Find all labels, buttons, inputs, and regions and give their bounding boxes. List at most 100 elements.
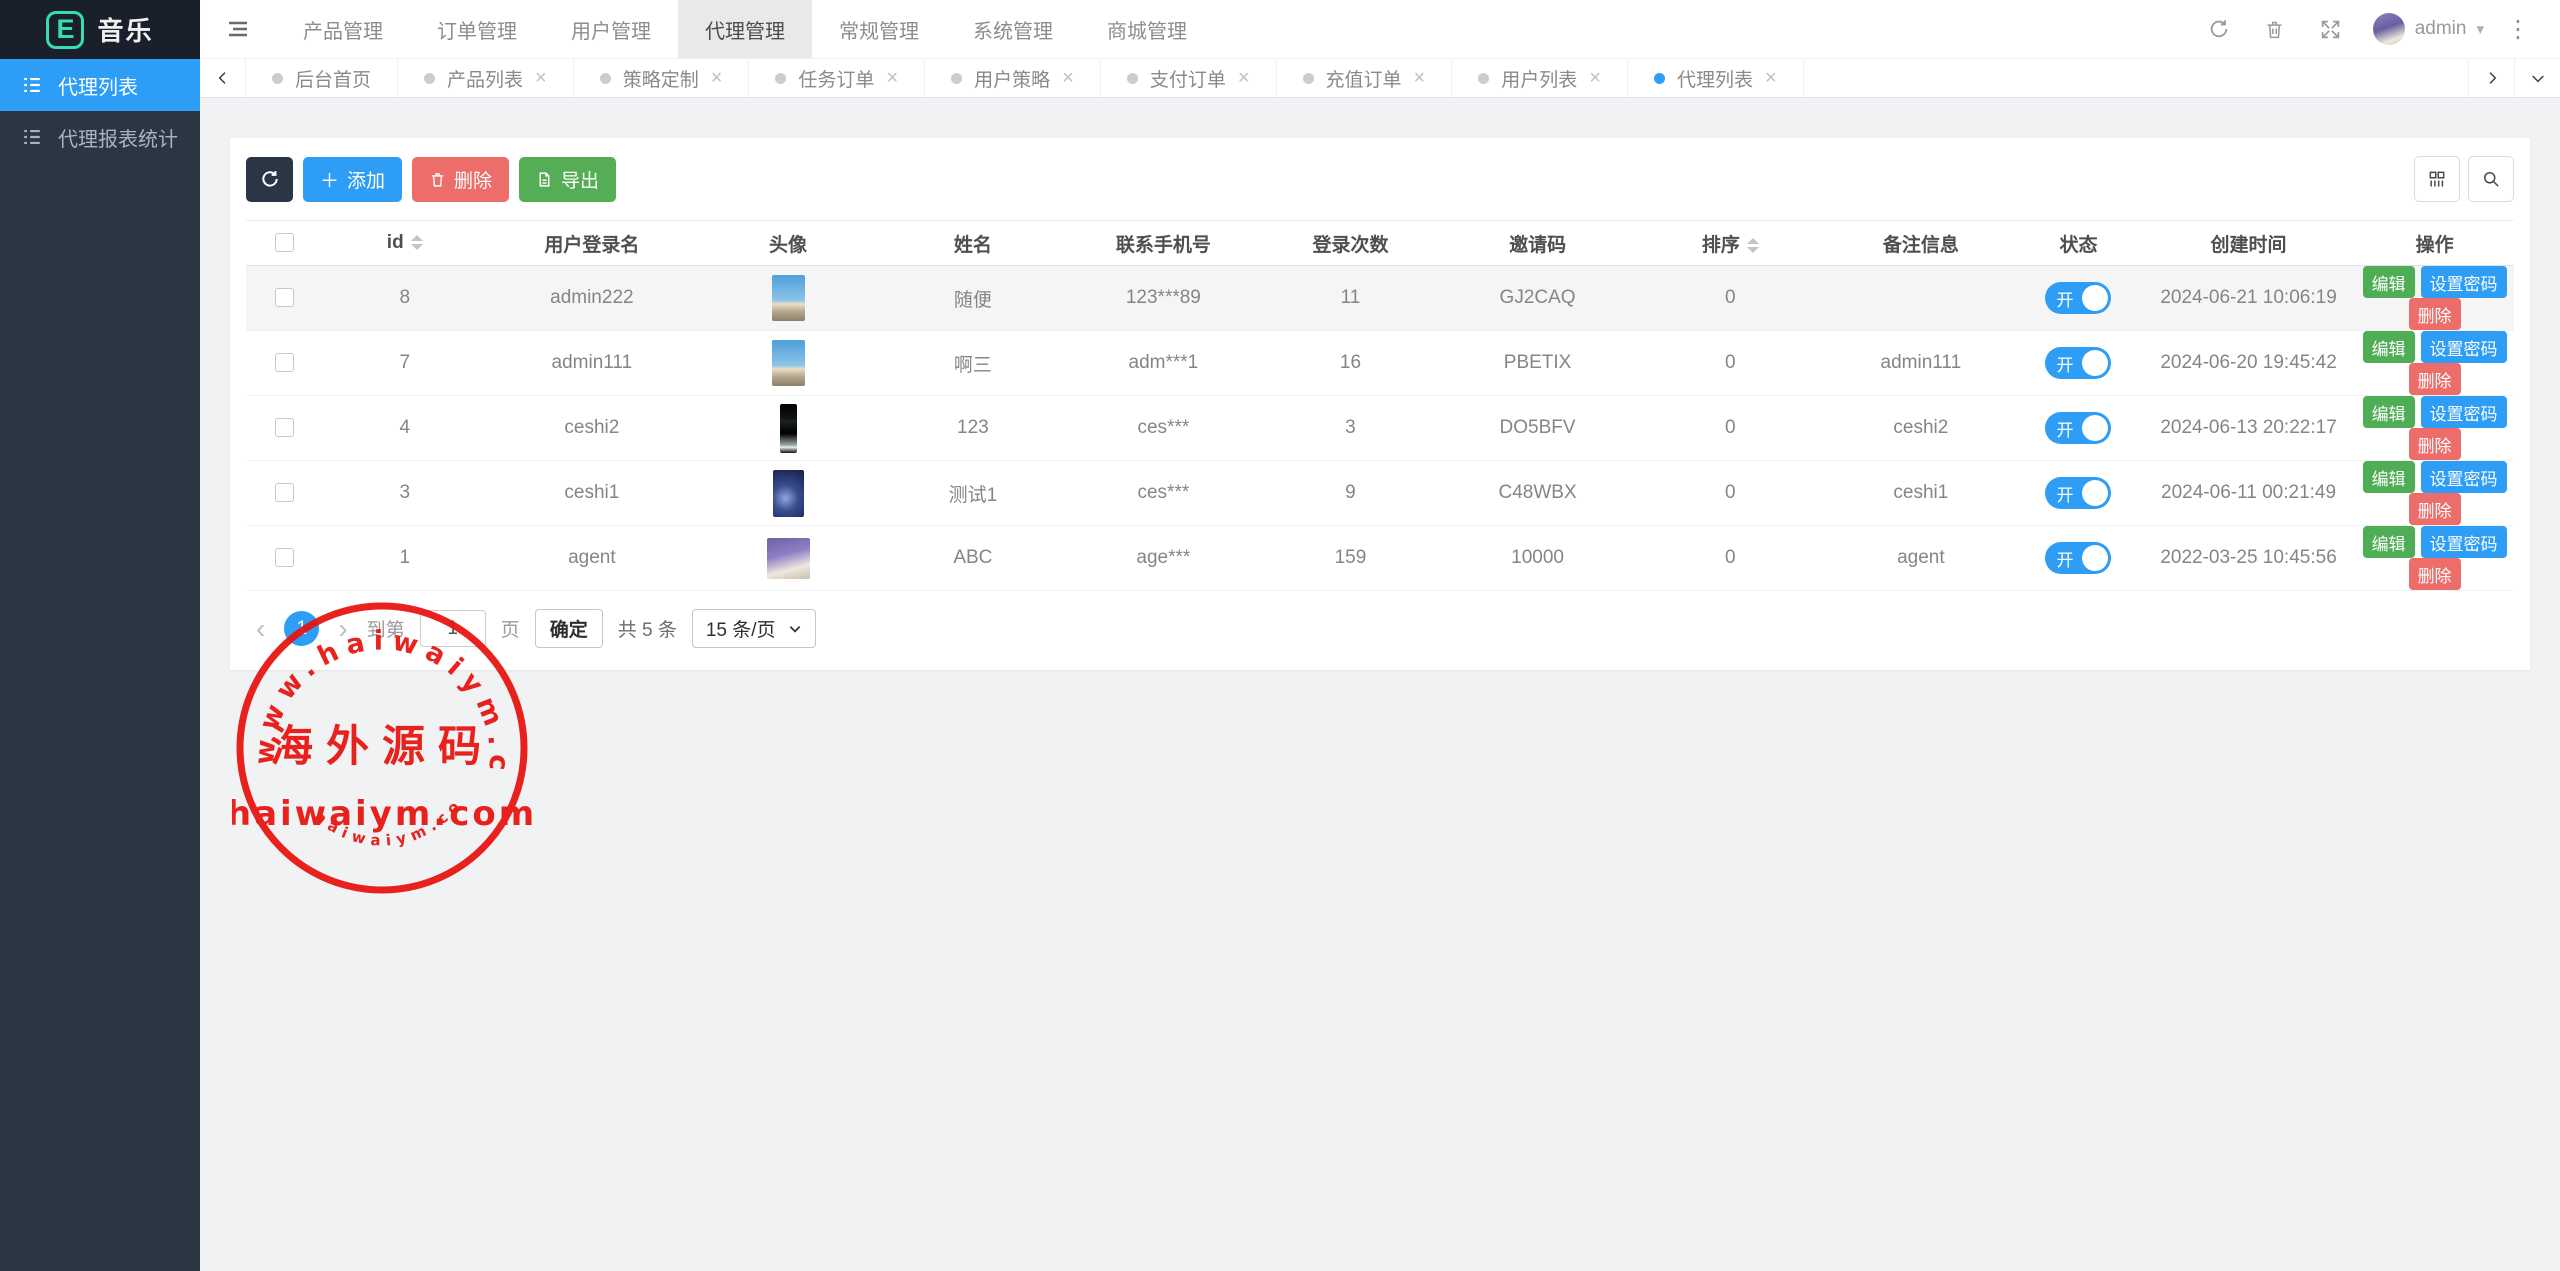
set-password-button[interactable]: 设置密码 — [2421, 331, 2507, 363]
row-delete-button[interactable]: 删除 — [2409, 428, 2461, 460]
tabs: 后台首页 产品列表 × 策略定制 × 任务订单 × 用户策略 × — [246, 59, 2468, 97]
row-delete-button[interactable]: 删除 — [2409, 558, 2461, 590]
toggle-knob — [2082, 480, 2108, 506]
col-sort[interactable]: 排序 — [1634, 221, 1827, 266]
goto-confirm-button[interactable]: 确定 — [535, 609, 603, 648]
prev-page-button[interactable]: ‹ — [252, 615, 269, 643]
status-toggle[interactable]: 开 — [2045, 542, 2111, 574]
close-icon[interactable]: × — [535, 68, 547, 88]
tab-label: 产品列表 — [447, 65, 523, 92]
row-checkbox[interactable] — [275, 353, 294, 372]
page-number-button[interactable]: 1 — [284, 611, 319, 646]
add-button[interactable]: ＋添加 — [303, 157, 402, 202]
export-button[interactable]: 导出 — [519, 157, 616, 202]
tab-agent-list[interactable]: 代理列表 × — [1628, 59, 1804, 97]
tabs-scroll-left-button[interactable] — [200, 59, 246, 97]
close-icon[interactable]: × — [711, 68, 723, 88]
agent-table-panel: ＋添加 删除 导出 — [230, 138, 2530, 670]
close-icon[interactable]: × — [886, 68, 898, 88]
tab-task-orders[interactable]: 任务订单 × — [749, 59, 925, 97]
row-delete-button[interactable]: 删除 — [2409, 298, 2461, 330]
search-button[interactable] — [2468, 156, 2514, 202]
tab-dot — [1654, 73, 1665, 84]
tab-pay-orders[interactable]: 支付订单 × — [1101, 59, 1277, 97]
row-checkbox[interactable] — [275, 548, 294, 567]
sidebar-item-agent-report[interactable]: 代理报表统计 — [0, 111, 200, 163]
toggle-columns-button[interactable] — [2414, 156, 2460, 202]
set-password-button[interactable]: 设置密码 — [2421, 461, 2507, 493]
set-password-button[interactable]: 设置密码 — [2421, 266, 2507, 298]
status-toggle[interactable]: 开 — [2045, 412, 2111, 444]
status-toggle[interactable]: 开 — [2045, 347, 2111, 379]
list-icon — [21, 126, 43, 148]
edit-button[interactable]: 编辑 — [2363, 396, 2415, 428]
set-password-button[interactable]: 设置密码 — [2421, 526, 2507, 558]
col-label: 联系手机号 — [1116, 235, 1211, 256]
nav-system-management[interactable]: 系统管理 — [946, 0, 1080, 58]
avatar-image[interactable] — [780, 404, 797, 453]
tab-home[interactable]: 后台首页 — [246, 59, 398, 97]
nav-agent-management[interactable]: 代理管理 — [678, 0, 812, 58]
delete-button[interactable]: 删除 — [412, 157, 509, 202]
more-menu-button[interactable]: ⋮ — [2498, 15, 2538, 44]
user-menu[interactable]: admin ▾ — [2373, 13, 2484, 45]
nav-product-management[interactable]: 产品管理 — [276, 0, 410, 58]
row-checkbox[interactable] — [275, 288, 294, 307]
edit-button[interactable]: 编辑 — [2363, 331, 2415, 363]
edit-button[interactable]: 编辑 — [2363, 461, 2415, 493]
cell-name: 测试1 — [879, 461, 1067, 526]
cell-created: 2024-06-13 20:22:17 — [2142, 396, 2355, 461]
close-icon[interactable]: × — [1238, 68, 1250, 88]
set-password-button[interactable]: 设置密码 — [2421, 396, 2507, 428]
refresh-table-button[interactable] — [246, 157, 293, 202]
search-icon — [2481, 169, 2501, 189]
edit-button[interactable]: 编辑 — [2363, 266, 2415, 298]
avatar-image[interactable] — [773, 470, 804, 517]
tabs-dropdown-button[interactable] — [2514, 59, 2560, 97]
refresh-button[interactable] — [2191, 0, 2247, 59]
status-toggle[interactable]: 开 — [2045, 282, 2111, 314]
cell-name: ABC — [879, 526, 1067, 591]
fullscreen-button[interactable] — [2303, 0, 2359, 59]
edit-button[interactable]: 编辑 — [2363, 526, 2415, 558]
nav-user-management[interactable]: 用户管理 — [544, 0, 678, 58]
select-all-checkbox[interactable] — [275, 233, 294, 252]
page-size-select[interactable]: 15 条/页 — [692, 609, 816, 648]
cell-phone: 123***89 — [1067, 266, 1260, 331]
nav-order-management[interactable]: 订单管理 — [410, 0, 544, 58]
row-delete-button[interactable]: 删除 — [2409, 493, 2461, 525]
close-icon[interactable]: × — [1062, 68, 1074, 88]
avatar-image[interactable] — [772, 275, 805, 321]
row-checkbox[interactable] — [275, 483, 294, 502]
nav-mall-management[interactable]: 商城管理 — [1080, 0, 1214, 58]
close-icon[interactable]: × — [1589, 68, 1601, 88]
cell-invite: GJ2CAQ — [1441, 266, 1634, 331]
tab-user-strategy[interactable]: 用户策略 × — [925, 59, 1101, 97]
col-id[interactable]: id — [323, 221, 486, 266]
close-icon[interactable]: × — [1414, 68, 1426, 88]
row-checkbox[interactable] — [275, 418, 294, 437]
sidebar: 代理列表 代理报表统计 — [0, 59, 200, 1271]
tabs-scroll-right-button[interactable] — [2468, 59, 2514, 97]
tab-product-list[interactable]: 产品列表 × — [398, 59, 574, 97]
pagination: ‹ 1 › 到第 页 确定 共 5 条 15 条/页 — [246, 591, 2514, 670]
close-icon[interactable]: × — [1765, 68, 1777, 88]
goto-page-input[interactable] — [420, 610, 486, 647]
avatar-image[interactable] — [772, 340, 805, 386]
tab-recharge-orders[interactable]: 充值订单 × — [1277, 59, 1453, 97]
trash-button[interactable] — [2247, 0, 2303, 59]
status-toggle[interactable]: 开 — [2045, 477, 2111, 509]
tab-strategy-custom[interactable]: 策略定制 × — [574, 59, 750, 97]
cell-name: 123 — [879, 396, 1067, 461]
tab-user-list[interactable]: 用户列表 × — [1452, 59, 1628, 97]
next-page-button[interactable]: › — [334, 615, 351, 643]
nav-general-management[interactable]: 常规管理 — [812, 0, 946, 58]
sidebar-item-agent-list[interactable]: 代理列表 — [0, 59, 200, 111]
brand-logo[interactable]: E 音乐 — [0, 0, 200, 59]
hamburger-icon — [226, 17, 250, 41]
cell-created: 2024-06-11 00:21:49 — [2142, 461, 2355, 526]
tab-label: 支付订单 — [1150, 65, 1226, 92]
row-delete-button[interactable]: 删除 — [2409, 363, 2461, 395]
avatar-image[interactable] — [767, 538, 810, 579]
sidebar-toggle-button[interactable] — [200, 0, 276, 58]
